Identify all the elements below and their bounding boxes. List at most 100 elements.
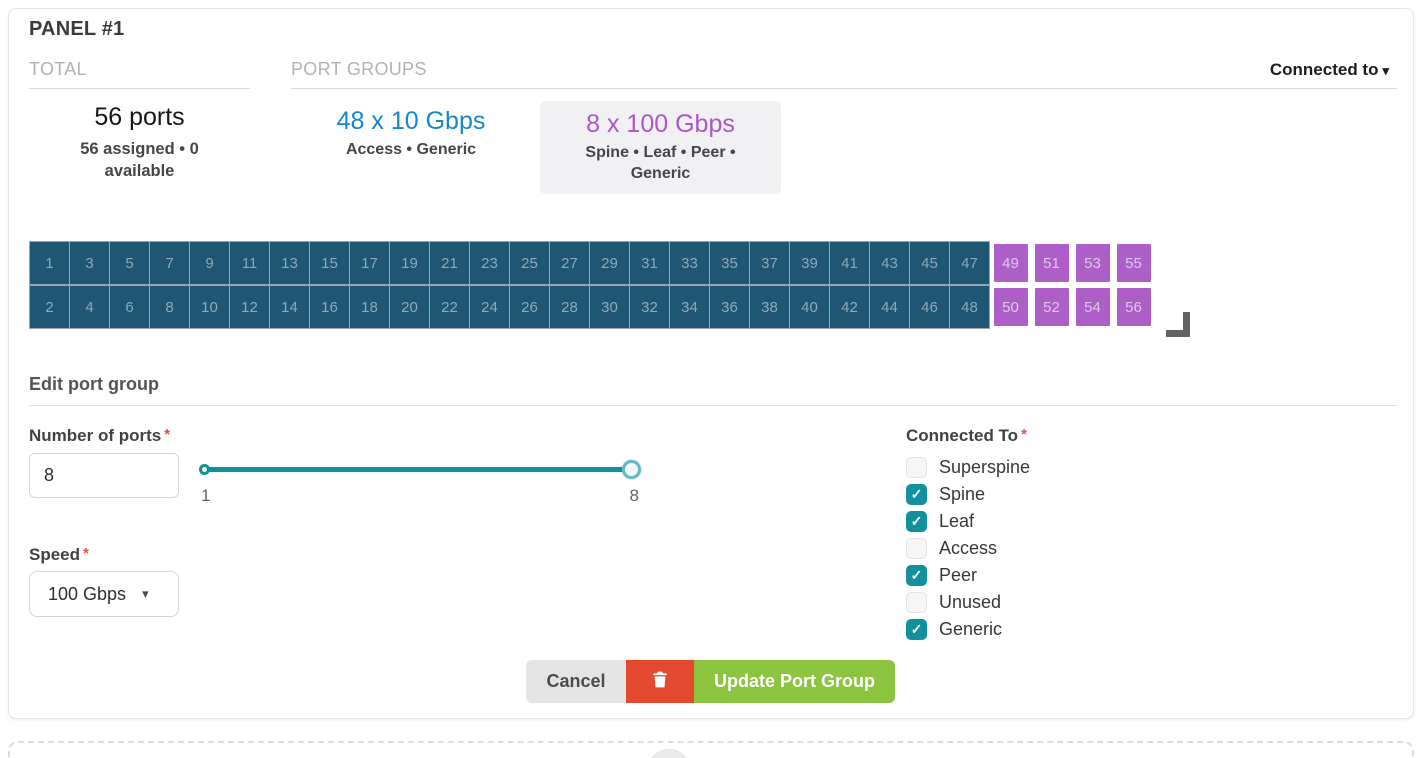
checkbox-spine[interactable]: ✓ [906, 484, 927, 505]
port-15[interactable]: 15 [309, 241, 350, 285]
speed-select-value: 100 Gbps [48, 584, 126, 605]
port-25[interactable]: 25 [509, 241, 550, 285]
port-group-2-title: 8 x 100 Gbps [550, 109, 771, 139]
port-51[interactable]: 51 [1031, 241, 1072, 285]
connected-to-sort-dropdown[interactable]: Connected to▾ [1270, 60, 1389, 80]
speed-label: Speed* [29, 545, 89, 565]
total-ports-count: 56 ports [29, 103, 250, 132]
port-group-card-2-selected[interactable]: 8 x 100 Gbps Spine • Leaf • Peer • Gener… [540, 101, 781, 194]
slider-handle[interactable] [622, 460, 641, 479]
port-41[interactable]: 41 [829, 241, 870, 285]
required-asterisk: * [83, 545, 89, 562]
port-27[interactable]: 27 [549, 241, 590, 285]
port-groups-header: PORT GROUPS [291, 59, 1397, 89]
port-21[interactable]: 21 [429, 241, 470, 285]
port-22[interactable]: 22 [429, 285, 470, 329]
port-23[interactable]: 23 [469, 241, 510, 285]
checkbox-row-generic: ✓Generic [906, 616, 1030, 643]
port-40[interactable]: 40 [789, 285, 830, 329]
port-group-1-roles: Access • Generic [311, 139, 511, 160]
cancel-button[interactable]: Cancel [526, 660, 626, 703]
ports-count-slider: 1 8 [199, 453, 641, 509]
port-45[interactable]: 45 [909, 241, 950, 285]
port-36[interactable]: 36 [709, 285, 750, 329]
port-43[interactable]: 43 [869, 241, 910, 285]
checkbox-label-leaf: Leaf [939, 511, 974, 532]
slider-max-label: 8 [630, 486, 639, 506]
port-9[interactable]: 9 [189, 241, 230, 285]
port-37[interactable]: 37 [749, 241, 790, 285]
port-54[interactable]: 54 [1072, 285, 1113, 329]
port-38[interactable]: 38 [749, 285, 790, 329]
checkbox-label-access: Access [939, 538, 997, 559]
checkbox-label-superspine: Superspine [939, 457, 1030, 478]
port-11[interactable]: 11 [229, 241, 270, 285]
port-6[interactable]: 6 [109, 285, 150, 329]
port-28[interactable]: 28 [549, 285, 590, 329]
port-29[interactable]: 29 [589, 241, 630, 285]
connected-to-sort-label: Connected to [1270, 60, 1379, 79]
port-49[interactable]: 49 [990, 241, 1031, 285]
checkbox-row-peer: ✓ Peer [906, 562, 1030, 589]
port-5[interactable]: 5 [109, 241, 150, 285]
checkbox-row-leaf: ✓ Leaf [906, 508, 1030, 535]
port-52[interactable]: 52 [1031, 285, 1072, 329]
port-13[interactable]: 13 [269, 241, 310, 285]
port-group-card-1[interactable]: 48 x 10 Gbps Access • Generic [311, 101, 511, 160]
port-14[interactable]: 14 [269, 285, 310, 329]
port-19[interactable]: 19 [389, 241, 430, 285]
slider-min-label: 1 [201, 486, 210, 506]
port-17[interactable]: 17 [349, 241, 390, 285]
port-8[interactable]: 8 [149, 285, 190, 329]
port-20[interactable]: 20 [389, 285, 430, 329]
checkbox-row-superspine: Superspine [906, 454, 1030, 481]
port-24[interactable]: 24 [469, 285, 510, 329]
checkbox-access[interactable] [906, 538, 927, 559]
port-16[interactable]: 16 [309, 285, 350, 329]
delete-port-group-button[interactable] [626, 660, 694, 703]
port-50[interactable]: 50 [990, 285, 1031, 329]
checkbox-label-peer: Peer [939, 565, 977, 586]
number-of-ports-label: Number of ports* [29, 426, 170, 446]
port-3[interactable]: 3 [69, 241, 110, 285]
port-34[interactable]: 34 [669, 285, 710, 329]
port-44[interactable]: 44 [869, 285, 910, 329]
update-port-group-button[interactable]: Update Port Group [694, 660, 895, 703]
grid-corner-bracket [1166, 312, 1190, 337]
port-53[interactable]: 53 [1072, 241, 1113, 285]
port-12[interactable]: 12 [229, 285, 270, 329]
number-of-ports-input[interactable] [29, 453, 179, 498]
port-56[interactable]: 56 [1113, 285, 1154, 329]
port-47[interactable]: 47 [949, 241, 990, 285]
port-26[interactable]: 26 [509, 285, 550, 329]
port-31[interactable]: 31 [629, 241, 670, 285]
checkbox-superspine[interactable] [906, 457, 927, 478]
port-48[interactable]: 48 [949, 285, 990, 329]
port-32[interactable]: 32 [629, 285, 670, 329]
port-group-cards: 48 x 10 Gbps Access • Generic 8 x 100 Gb… [311, 101, 781, 194]
port-55[interactable]: 55 [1113, 241, 1154, 285]
port-10[interactable]: 10 [189, 285, 230, 329]
port-39[interactable]: 39 [789, 241, 830, 285]
port-33[interactable]: 33 [669, 241, 710, 285]
checkbox-peer[interactable]: ✓ [906, 565, 927, 586]
port-35[interactable]: 35 [709, 241, 750, 285]
port-2[interactable]: 2 [29, 285, 70, 329]
panel-title: PANEL #1 [29, 18, 124, 41]
connected-to-options: Superspine✓Spine✓LeafAccess✓PeerUnused✓G… [906, 454, 1030, 643]
checkbox-leaf[interactable]: ✓ [906, 511, 927, 532]
slider-rail[interactable] [204, 467, 630, 472]
trash-icon [650, 669, 670, 695]
port-1[interactable]: 1 [29, 241, 70, 285]
checkbox-unused[interactable] [906, 592, 927, 613]
speed-select[interactable]: 100 Gbps ▾ [29, 571, 179, 617]
port-18[interactable]: 18 [349, 285, 390, 329]
checkbox-generic[interactable]: ✓ [906, 619, 927, 640]
port-46[interactable]: 46 [909, 285, 950, 329]
port-42[interactable]: 42 [829, 285, 870, 329]
port-group-2-roles: Spine • Leaf • Peer • Generic [561, 142, 761, 184]
port-4[interactable]: 4 [69, 285, 110, 329]
edit-port-group-heading: Edit port group [29, 374, 1397, 406]
port-30[interactable]: 30 [589, 285, 630, 329]
port-7[interactable]: 7 [149, 241, 190, 285]
